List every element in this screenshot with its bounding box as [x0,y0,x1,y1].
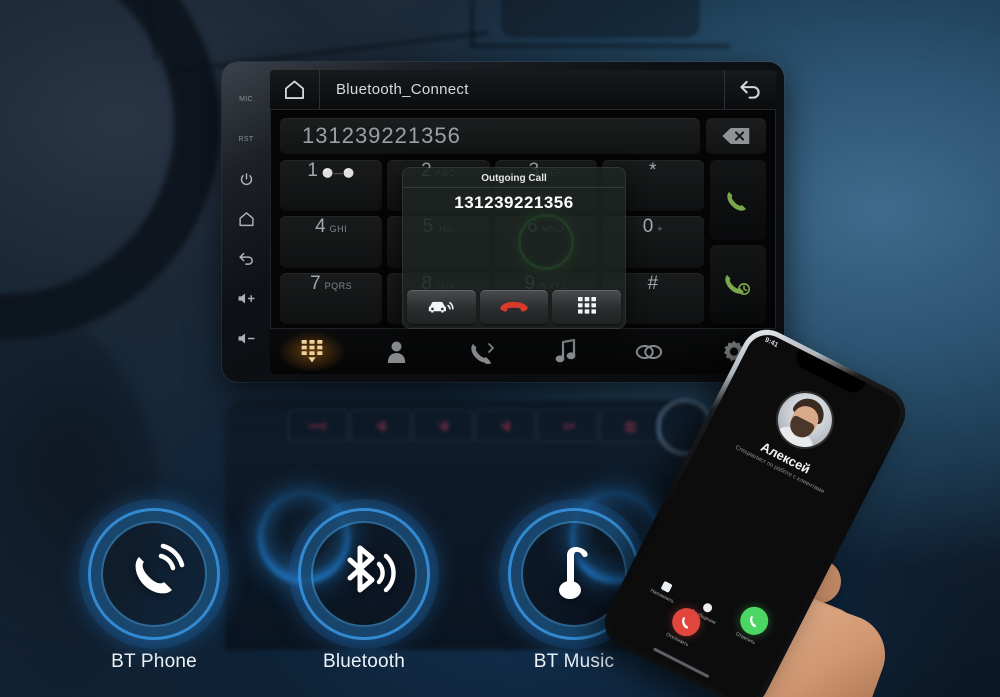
volume-up-button[interactable] [231,287,261,309]
nav-music[interactable] [523,329,607,374]
phone-notch [792,348,866,397]
outgoing-call-dialog: Outgoing Call 131239221356 [403,168,625,328]
reset-indicator: RST [231,129,261,151]
key-letters: PQRS [324,280,353,291]
climate-button: —☼ [288,410,349,442]
phone-accept-button[interactable]: Ответить [731,602,774,648]
clock-icon [660,580,673,594]
key-letters: + [657,224,664,235]
dialog-spacer [403,213,625,286]
feature-label: BT Music [533,651,615,672]
action-label: Напомнить [649,587,675,605]
phone-call-actions: Напомнить Сообщение Ответить [628,549,794,658]
home-button[interactable] [231,208,261,230]
feature-badges: BT Phone Bluetooth BT Music [78,511,650,673]
phone-remind-button[interactable]: Напомнить [649,577,680,605]
call-button-column [710,160,766,324]
back-button[interactable] [231,248,261,270]
key-7[interactable]: 7 PQRS [280,272,383,324]
back-arrow-icon[interactable] [724,70,776,109]
key-4[interactable]: 4 GHI [280,216,383,268]
dash-seam [470,44,730,48]
feature-bt-phone[interactable]: BT Phone [78,511,230,673]
transfer-to-car-button[interactable] [407,290,476,324]
caller-subtitle: Специалист по работе с клиентами [734,444,825,496]
head-unit-screen: Bluetooth_Connect 131239221356 1 ⚪—⚪ * 4… [270,70,776,374]
dialog-number: 131239221356 [454,193,574,212]
head-unit-bezel: MIC RST [222,70,270,374]
key-1[interactable]: 1 ⚪—⚪ [280,160,383,212]
power-button[interactable] [231,168,261,190]
climate-button: ⤷) [412,410,473,442]
dialog-actions [403,286,625,328]
phone-call-waves-icon [91,511,217,637]
page-title: Bluetooth_Connect [336,81,469,98]
dialog-title: Outgoing Call [403,168,625,188]
volume-down-button[interactable] [231,327,261,349]
screen-top-bar: Bluetooth_Connect [270,70,776,110]
climate-button: ⤷) [474,410,536,442]
nav-dialpad[interactable] [270,329,355,374]
phone-status-time: 9:41 [763,336,780,350]
mic-label: MIC [239,96,253,104]
dialer-panel: 131239221356 1 ⚪—⚪ * 4 GHI 0 + 7 PQRS # … [270,110,776,328]
number-entry-row: 131239221356 [280,118,766,154]
nav-contacts[interactable] [354,329,438,374]
mic-indicator: MIC [231,89,261,111]
phone-number-input[interactable]: 131239221356 [280,118,700,154]
message-icon [701,601,714,614]
key-digit: # [647,272,659,294]
climate-button: ☼› [537,410,598,442]
key-digit: 0 [642,216,654,238]
key-digit: 7 [310,272,321,294]
climate-button: ⤷) [350,410,411,442]
key-digit: * [649,160,657,181]
feature-label: Bluetooth [322,651,406,672]
home-icon[interactable] [270,70,320,109]
dial-call-button[interactable] [710,160,766,240]
climate-button-strip: —☼ ⤷) ⤷) ⤷) ☼› ◫ [288,410,660,442]
hang-up-button[interactable] [479,290,549,324]
key-digit: 4 [315,216,326,238]
key-digit: 1 [307,160,318,181]
nav-call-history[interactable] [439,329,523,374]
redial-history-button[interactable] [710,244,766,324]
backspace-icon[interactable] [706,118,766,154]
smartphone-in-hand: 9:41 Алексей Специалист по работе с клие… [595,320,976,697]
show-keypad-button[interactable] [552,290,622,324]
bluetooth-waves-icon [301,511,427,637]
feature-bluetooth[interactable]: Bluetooth [288,511,440,673]
reset-label: RST [238,136,254,144]
key-letters: GHI [329,224,348,235]
air-vent [500,0,700,38]
car-interior-scene: —☼ ⤷) ⤷) ⤷) ☼› ◫ MIC RST Bluetooth_Conne… [0,0,1000,697]
voicemail-icon: ⚪—⚪ [321,168,355,178]
dash-seam [470,0,474,46]
feature-label: BT Phone [111,651,197,672]
